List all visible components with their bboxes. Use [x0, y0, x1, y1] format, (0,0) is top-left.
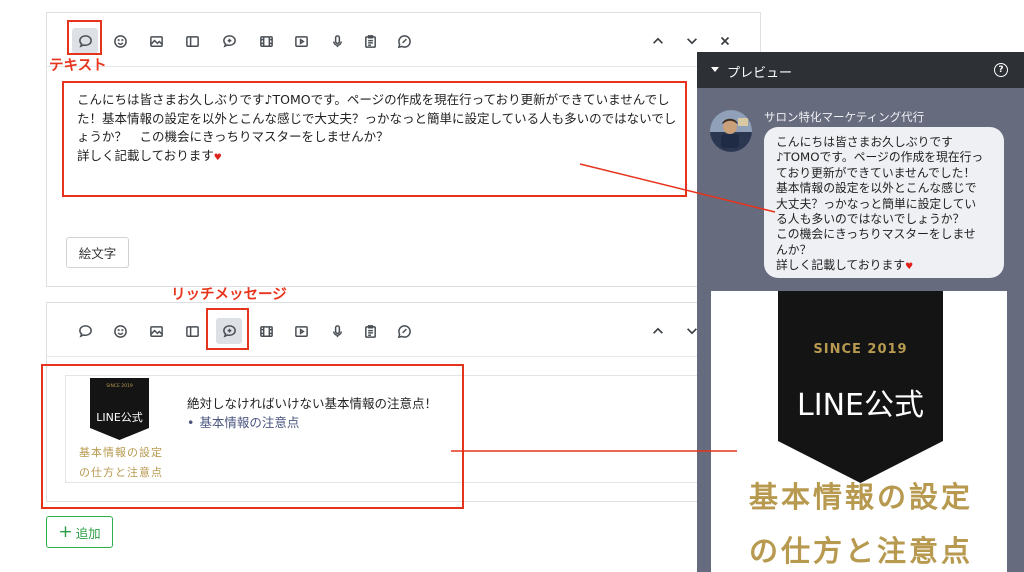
- add-button-label: 追加: [75, 525, 101, 541]
- bubble-text: こんにちは皆さまお久しぶりです ♪TOMOです。ページの作成を現在行っ ており更…: [776, 135, 984, 273]
- clipboard-icon[interactable]: [357, 318, 383, 344]
- annotation-text-label: テキスト: [49, 58, 107, 74]
- move-up-icon[interactable]: [647, 30, 669, 52]
- move-up-icon[interactable]: [647, 320, 669, 342]
- move-down-icon[interactable]: [681, 30, 703, 52]
- poster-brand-text: LINE公式: [797, 388, 924, 423]
- clipboard-icon[interactable]: [357, 28, 383, 54]
- rich-image-poster: SINCE 2019 LINE公式 基本情報の設定 の仕方と注意点: [711, 291, 1007, 572]
- emoji-button[interactable]: 絵文字: [66, 237, 129, 268]
- card-layout-icon[interactable]: [179, 318, 205, 344]
- rich-message-icon[interactable]: [216, 28, 242, 54]
- annotation-rich-icon-box: [206, 308, 249, 350]
- microphone-icon[interactable]: [324, 318, 350, 344]
- annotation-rich-label: リッチメッセージ: [171, 287, 287, 303]
- add-message-button[interactable]: + 追加: [46, 516, 113, 548]
- survey-bubble-icon[interactable]: [391, 28, 417, 54]
- annotation-text-icon-box: [67, 20, 102, 55]
- card-layout-icon[interactable]: [179, 28, 205, 54]
- help-icon[interactable]: ?: [994, 63, 1008, 77]
- heart-emoji-icon: ♥: [905, 262, 914, 273]
- collapse-caret-icon[interactable]: [711, 67, 719, 72]
- preview-rich-image: SINCE 2019 LINE公式 基本情報の設定 の仕方と注意点: [711, 291, 1007, 572]
- preview-message-bubble: こんにちは皆さまお久しぶりです ♪TOMOです。ページの作成を現在行っ ており更…: [764, 127, 1004, 278]
- smiley-icon[interactable]: [107, 28, 133, 54]
- video-play-icon[interactable]: [288, 28, 314, 54]
- close-icon[interactable]: [714, 30, 736, 52]
- video-play-icon[interactable]: [288, 318, 314, 344]
- sender-name: サロン特化マーケティング代行: [764, 110, 925, 124]
- poster-line1-text: 基本情報の設定: [749, 480, 973, 514]
- preview-panel: プレビュー ? サロン特化マーケティング代行 こんにちは皆さまお久しぶりです ♪…: [697, 52, 1024, 572]
- poster-since-text: SINCE 2019: [813, 342, 907, 357]
- plus-icon: +: [58, 521, 73, 542]
- message-type-toolbar: [47, 13, 760, 67]
- film-icon[interactable]: [253, 28, 279, 54]
- image-icon[interactable]: [143, 318, 169, 344]
- preview-title: プレビュー: [727, 66, 793, 81]
- annotation-text-content-box: [62, 81, 687, 197]
- survey-bubble-icon[interactable]: [391, 318, 417, 344]
- poster-line2-text: の仕方と注意点: [749, 534, 973, 568]
- smiley-icon[interactable]: [107, 318, 133, 344]
- preview-header[interactable]: プレビュー ?: [697, 52, 1024, 88]
- microphone-icon[interactable]: [324, 28, 350, 54]
- message-type-toolbar: [47, 303, 760, 357]
- image-icon[interactable]: [143, 28, 169, 54]
- avatar: [710, 110, 752, 152]
- annotation-rich-content-box: [41, 364, 464, 509]
- film-icon[interactable]: [253, 318, 279, 344]
- speech-bubble-icon[interactable]: [72, 318, 98, 344]
